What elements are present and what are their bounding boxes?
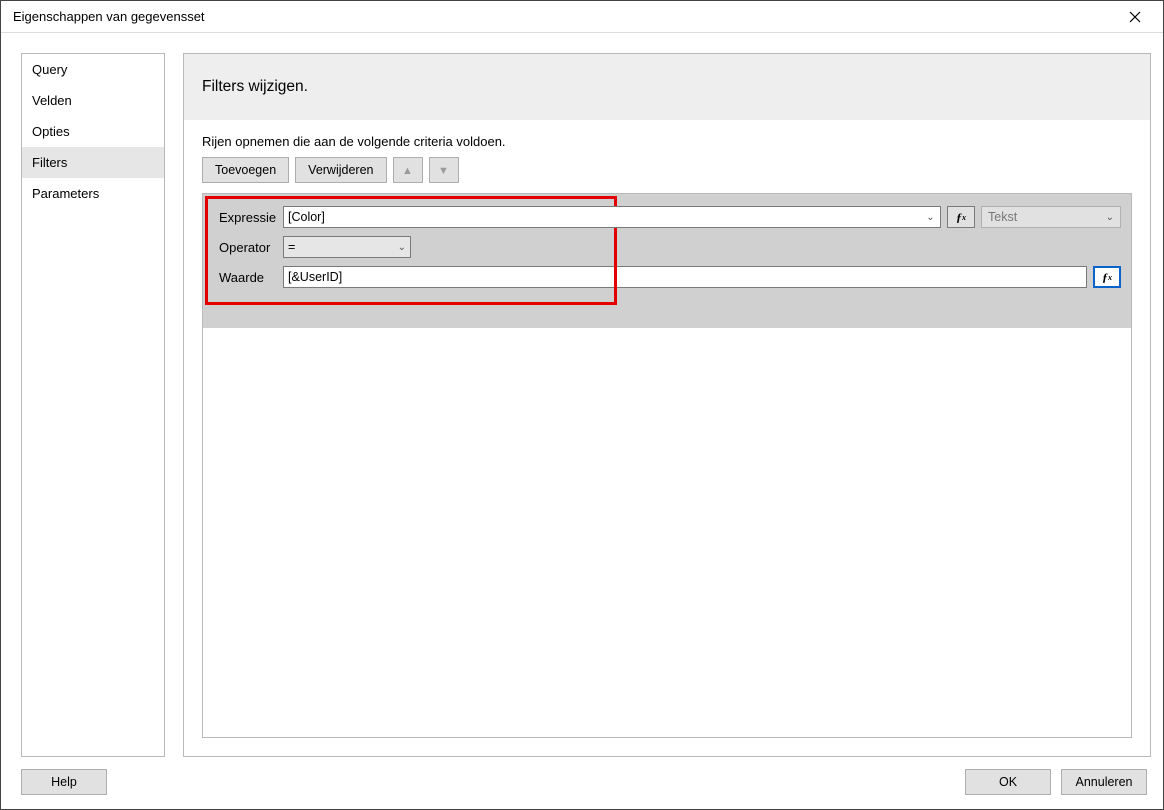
filter-toolbar: Toevoegen Verwijderen ▲ ▼ <box>184 157 1150 193</box>
datatype-value: Tekst <box>988 210 1017 224</box>
close-icon <box>1129 11 1141 23</box>
filter-list: Expressie ⌄ ƒx Tekst ⌄ <box>202 193 1132 738</box>
expression-dropdown-button[interactable]: ⌄ <box>921 206 941 228</box>
arrow-down-icon: ▼ <box>438 165 449 177</box>
operator-select[interactable]: = ⌄ <box>283 236 411 258</box>
expression-row: Expressie ⌄ ƒx Tekst ⌄ <box>213 202 1121 232</box>
dialog-window: Eigenschappen van gegevensset Query Veld… <box>0 0 1164 810</box>
empty-area <box>203 328 1131 737</box>
sidebar-item-parameters[interactable]: Parameters <box>22 178 164 209</box>
expression-input[interactable] <box>283 206 921 228</box>
sidebar-item-opties[interactable]: Opties <box>22 116 164 147</box>
chevron-down-icon: ⌄ <box>398 242 406 253</box>
dialog-footer: Help OK Annuleren <box>1 757 1163 809</box>
expression-fx-button[interactable]: ƒx <box>947 206 975 228</box>
datatype-select[interactable]: Tekst ⌄ <box>981 206 1121 228</box>
cancel-button[interactable]: Annuleren <box>1061 769 1147 795</box>
move-down-button[interactable]: ▼ <box>429 157 459 183</box>
filter-row-separator <box>203 300 1131 328</box>
chevron-down-icon: ⌄ <box>926 212 934 223</box>
operator-label: Operator <box>213 240 275 255</box>
chevron-down-icon: ⌄ <box>1106 212 1114 223</box>
filter-row[interactable]: Expressie ⌄ ƒx Tekst ⌄ <box>203 194 1131 300</box>
arrow-up-icon: ▲ <box>402 165 413 177</box>
operator-row: Operator = ⌄ <box>213 232 1121 262</box>
ok-button[interactable]: OK <box>965 769 1051 795</box>
value-row: Waarde ƒx <box>213 262 1121 292</box>
panel-description: Rijen opnemen die aan de volgende criter… <box>184 120 1150 157</box>
move-up-button[interactable]: ▲ <box>393 157 423 183</box>
close-button[interactable] <box>1115 3 1155 31</box>
value-fx-button[interactable]: ƒx <box>1093 266 1121 288</box>
panel-heading: Filters wijzigen. <box>184 54 1150 120</box>
add-button[interactable]: Toevoegen <box>202 157 289 183</box>
titlebar: Eigenschappen van gegevensset <box>1 1 1163 33</box>
expression-label: Expressie <box>213 210 275 225</box>
delete-button[interactable]: Verwijderen <box>295 157 386 183</box>
help-button[interactable]: Help <box>21 769 107 795</box>
value-input[interactable] <box>283 266 1087 288</box>
content-area: Query Velden Opties Filters Parameters F… <box>1 33 1163 757</box>
sidebar-item-filters[interactable]: Filters <box>22 147 164 178</box>
sidebar-item-query[interactable]: Query <box>22 54 164 85</box>
main-panel: Filters wijzigen. Rijen opnemen die aan … <box>183 53 1151 757</box>
sidebar: Query Velden Opties Filters Parameters <box>21 53 165 757</box>
window-title: Eigenschappen van gegevensset <box>13 9 205 24</box>
value-label: Waarde <box>213 270 275 285</box>
operator-value: = <box>288 240 295 254</box>
sidebar-item-velden[interactable]: Velden <box>22 85 164 116</box>
